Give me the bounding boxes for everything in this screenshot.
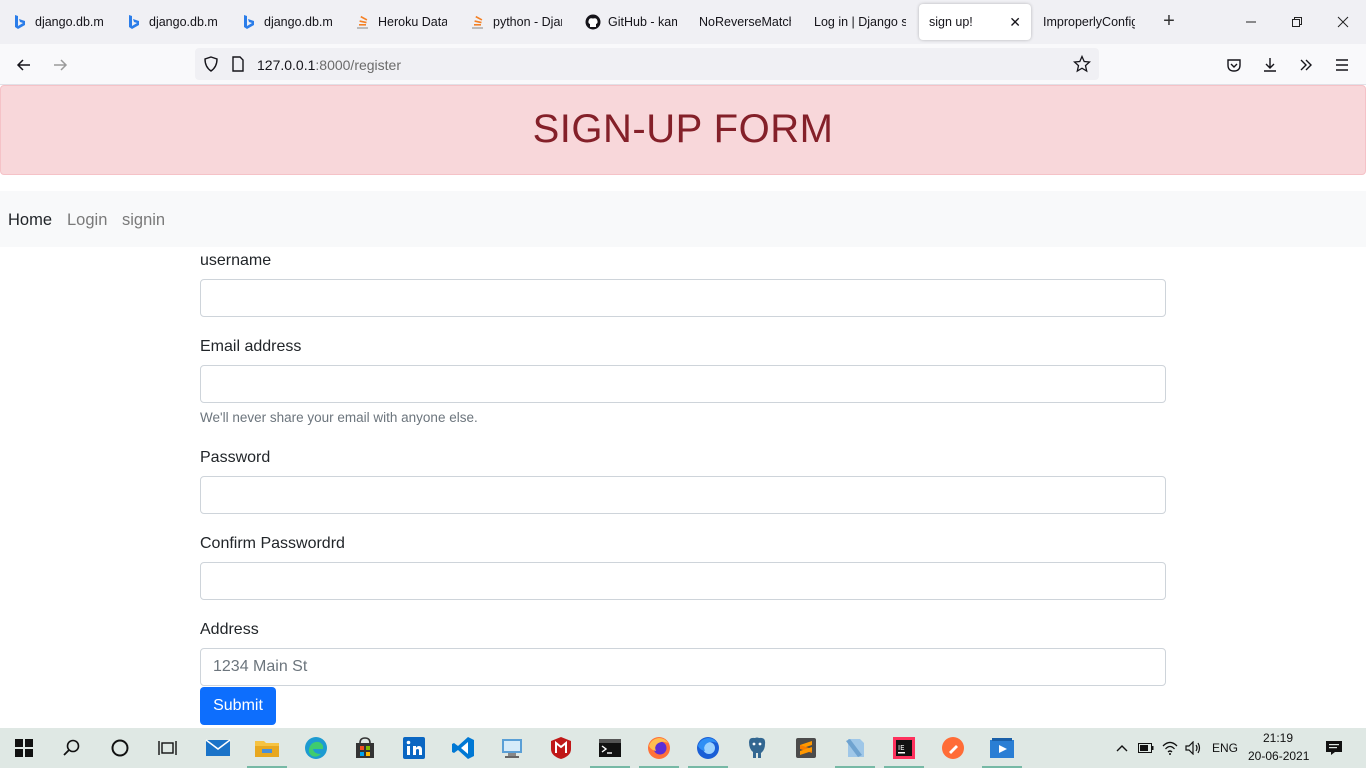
intellij-icon[interactable]: IE <box>890 734 918 762</box>
battery-icon[interactable] <box>1134 734 1158 762</box>
back-arrow-icon[interactable] <box>10 51 38 79</box>
username-label: username <box>200 252 272 269</box>
browser-tab[interactable]: Heroku Datab <box>345 4 457 40</box>
firefox-developer-icon[interactable] <box>694 734 722 762</box>
edge-icon[interactable] <box>302 734 330 762</box>
url-text: 127.0.0.1:8000/register <box>257 57 401 73</box>
vscode-icon[interactable] <box>449 734 477 762</box>
confirm-password-label: Confirm Passwordrd <box>200 535 345 552</box>
page-icon <box>231 56 245 77</box>
minimize-icon[interactable] <box>1236 8 1266 36</box>
username-input[interactable] <box>200 279 1166 317</box>
email-input[interactable] <box>200 365 1166 403</box>
notepad-icon[interactable] <box>841 734 869 762</box>
page-title: SIGN-UP FORM <box>532 107 834 151</box>
stackoverflow-icon <box>355 14 371 30</box>
browser-tab[interactable]: GitHub - kam <box>575 4 687 40</box>
close-window-icon[interactable] <box>1328 8 1358 36</box>
email-label: Email address <box>200 338 302 355</box>
email-help-text: We'll never share your email with anyone… <box>200 410 478 425</box>
browser-tab[interactable]: django.db.mi <box>116 4 228 40</box>
forward-arrow-icon[interactable] <box>46 51 74 79</box>
mcafee-icon[interactable] <box>547 734 575 762</box>
bing-icon <box>12 14 28 30</box>
header-banner: SIGN-UP FORM <box>0 85 1366 175</box>
remote-desktop-icon[interactable] <box>498 734 526 762</box>
file-explorer-icon[interactable] <box>253 734 281 762</box>
browser-tab-strip: django.db.mi django.db.mi django.db.mi H… <box>0 0 1366 44</box>
media-player-icon[interactable] <box>988 734 1016 762</box>
windows-start-icon[interactable] <box>10 734 38 762</box>
address-input[interactable] <box>200 648 1166 686</box>
wifi-icon[interactable] <box>1158 734 1182 762</box>
restore-icon[interactable] <box>1282 8 1312 36</box>
download-icon[interactable] <box>1256 51 1284 79</box>
svg-text:IE: IE <box>898 744 905 752</box>
url-bar[interactable]: 127.0.0.1:8000/register <box>195 48 1099 80</box>
bing-icon <box>126 14 142 30</box>
terminal-icon[interactable] <box>596 734 624 762</box>
search-icon[interactable] <box>58 734 86 762</box>
volume-icon[interactable] <box>1182 734 1206 762</box>
browser-tab[interactable]: django.db.mi <box>2 4 114 40</box>
store-icon[interactable] <box>351 734 379 762</box>
password-input[interactable] <box>200 476 1166 514</box>
task-view-icon[interactable] <box>154 734 182 762</box>
submit-button[interactable]: Submit <box>200 687 276 725</box>
close-tab-icon[interactable]: ✕ <box>1009 14 1021 31</box>
browser-tab[interactable]: Log in | Django si <box>804 4 916 40</box>
clock-date[interactable]: 20-06-2021 <box>1248 749 1309 763</box>
chevron-up-icon[interactable] <box>1110 734 1134 762</box>
clock-time[interactable]: 21:19 <box>1263 731 1293 745</box>
github-icon <box>585 14 601 30</box>
browser-tab[interactable]: ImproperlyConfig <box>1033 4 1145 40</box>
confirm-password-input[interactable] <box>200 562 1166 600</box>
sublime-text-icon[interactable] <box>792 734 820 762</box>
postgresql-icon[interactable] <box>743 734 771 762</box>
overflow-chevron-icon[interactable] <box>1292 51 1320 79</box>
browser-tab[interactable]: NoReverseMatch <box>689 4 801 40</box>
hamburger-menu-icon[interactable] <box>1328 51 1356 79</box>
browser-tab[interactable]: python - Djan <box>460 4 572 40</box>
nav-link-signin[interactable]: signin <box>122 211 165 230</box>
cortana-icon[interactable] <box>106 734 134 762</box>
site-navbar: Home Login signin <box>0 191 1366 247</box>
new-tab-icon[interactable]: + <box>1160 10 1178 34</box>
bing-icon <box>241 14 257 30</box>
stackoverflow-icon <box>470 14 486 30</box>
language-indicator[interactable]: ENG <box>1212 741 1238 755</box>
nav-link-home[interactable]: Home <box>8 211 52 230</box>
notification-icon[interactable] <box>1320 734 1348 762</box>
address-label: Address <box>200 621 259 638</box>
bookmark-star-icon[interactable] <box>1072 54 1092 78</box>
windows-taskbar: IE ENG 21:19 20-06-2021 <box>0 728 1366 768</box>
browser-tab-active[interactable]: sign up! ✕ <box>919 4 1031 40</box>
shield-icon[interactable] <box>203 56 219 77</box>
browser-tab[interactable]: django.db.mi <box>231 4 343 40</box>
pocket-icon[interactable] <box>1220 51 1248 79</box>
firefox-icon[interactable] <box>645 734 673 762</box>
password-label: Password <box>200 449 271 466</box>
linkedin-icon[interactable] <box>400 734 428 762</box>
postman-icon[interactable] <box>939 734 967 762</box>
nav-link-login[interactable]: Login <box>67 211 107 230</box>
mail-icon[interactable] <box>204 734 232 762</box>
